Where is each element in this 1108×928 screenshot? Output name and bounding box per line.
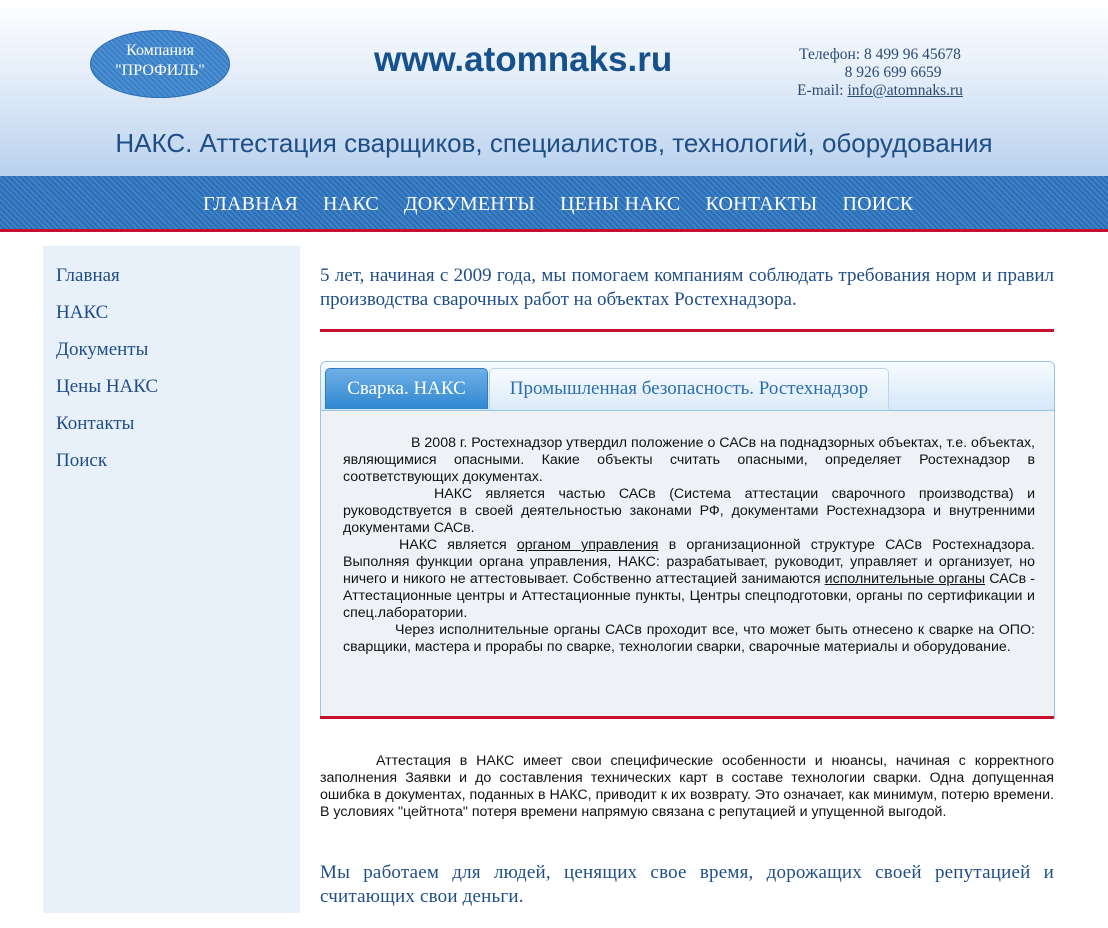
nav-item-naks[interactable]: НАКС bbox=[323, 193, 379, 216]
email-label: E-mail: bbox=[797, 82, 844, 99]
phone-line-1: Телефон: 8 499 96 45678 bbox=[799, 46, 961, 63]
tabs-panel: Сварка. НАКС Промышленная безопасность. … bbox=[320, 361, 1055, 718]
sidebar-item-naks[interactable]: НАКС bbox=[56, 302, 158, 339]
sidebar-item-search[interactable]: Поиск bbox=[56, 450, 158, 487]
closing-text: Мы работаем для людей, ценящих свое врем… bbox=[320, 862, 1054, 907]
divider-bottom bbox=[320, 716, 1054, 719]
site-domain: www.atomnaks.ru bbox=[374, 40, 673, 79]
tab-paragraph-4: Через исполнительные органы САСв проходи… bbox=[343, 622, 1035, 655]
sidebar-item-documents[interactable]: Документы bbox=[56, 339, 158, 376]
nav-item-contacts[interactable]: КОНТАКТЫ bbox=[705, 193, 817, 216]
tab-industrial-safety[interactable]: Промышленная безопасность. Ростехнадзор bbox=[489, 368, 889, 409]
email-link[interactable]: info@atomnaks.ru bbox=[847, 82, 962, 99]
attestation-text: Аттестация в НАКС имеет свои специфическ… bbox=[320, 753, 1054, 820]
phone-line-2: 8 926 699 6659 bbox=[844, 64, 942, 81]
contact-block: Телефон: 8 499 96 45678 8 926 699 6659 E… bbox=[760, 46, 1000, 100]
page-tagline: НАКС. Аттестация сварщиков, специалистов… bbox=[115, 128, 993, 158]
tab-paragraph-2: НАКС является частью САСв (Система аттес… bbox=[343, 486, 1035, 536]
tab-paragraph-3: НАКС является органом управления в орган… bbox=[343, 537, 1035, 622]
nav-item-documents[interactable]: ДОКУМЕНТЫ bbox=[404, 193, 535, 216]
nav-item-prices[interactable]: ЦЕНЫ НАКС bbox=[560, 193, 680, 216]
sidebar-item-home[interactable]: Главная bbox=[56, 265, 158, 302]
link-executive-bodies[interactable]: исполнительные органы bbox=[825, 571, 985, 587]
site-header: Компания "ПРОФИЛЬ" www.atomnaks.ru Телеф… bbox=[0, 0, 1108, 176]
sidebar-item-prices[interactable]: Цены НАКС bbox=[56, 376, 158, 413]
top-navigation: ГЛАВНАЯ НАКС ДОКУМЕНТЫ ЦЕНЫ НАКС КОНТАКТ… bbox=[0, 176, 1108, 232]
nav-item-search[interactable]: ПОИСК bbox=[842, 193, 913, 216]
tab-bar: Сварка. НАКС Промышленная безопасность. … bbox=[321, 362, 1054, 411]
p3-text-a: НАКС является bbox=[399, 537, 517, 553]
intro-text: 5 лет, начиная с 2009 года, мы помогаем … bbox=[320, 265, 1054, 310]
sidebar-item-contacts[interactable]: Контакты bbox=[56, 413, 158, 450]
attestation-paragraph: Аттестация в НАКС имеет свои специфическ… bbox=[320, 753, 1054, 821]
tab-welding-naks[interactable]: Сварка. НАКС bbox=[325, 368, 488, 409]
logo-line-1: Компания bbox=[126, 42, 194, 59]
nav-item-home[interactable]: ГЛАВНАЯ bbox=[203, 193, 298, 216]
email-line: E-mail: info@atomnaks.ru bbox=[760, 82, 1000, 100]
link-management-body[interactable]: органом управления bbox=[517, 537, 659, 553]
logo-line-2: "ПРОФИЛЬ" bbox=[115, 62, 205, 79]
tab-content: В 2008 г. Ростехнадзор утвердил положени… bbox=[343, 435, 1035, 656]
divider-top bbox=[320, 329, 1054, 332]
company-logo[interactable]: Компания "ПРОФИЛЬ" bbox=[90, 30, 230, 98]
tab-paragraph-1: В 2008 г. Ростехнадзор утвердил положени… bbox=[343, 435, 1035, 485]
sidebar: Главная НАКС Документы Цены НАКС Контакт… bbox=[43, 246, 300, 913]
